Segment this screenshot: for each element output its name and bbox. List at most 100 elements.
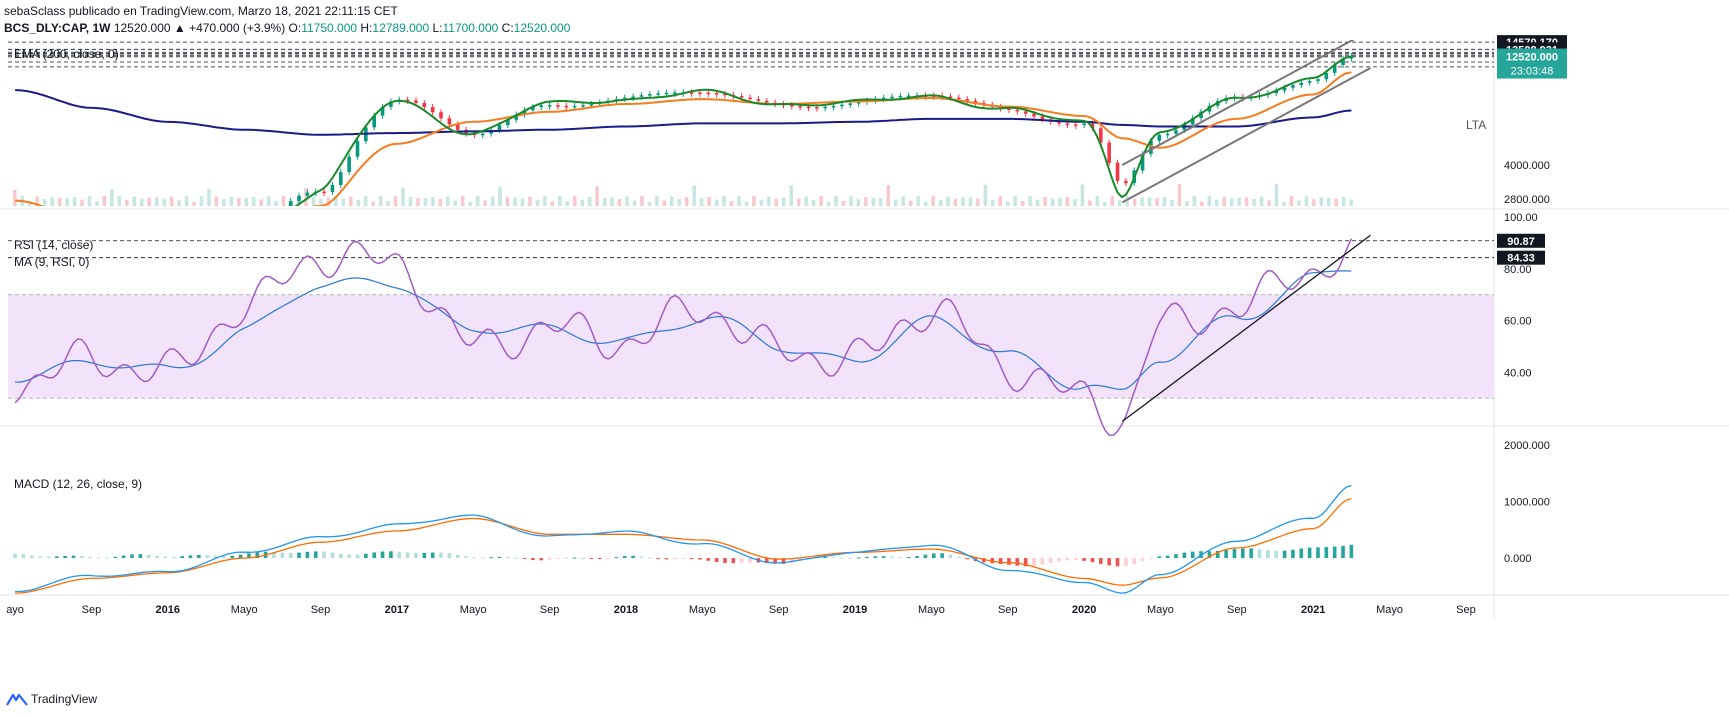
- volume-bar: [520, 198, 525, 206]
- volume-bar: [617, 198, 622, 206]
- macd-hist-bar: [1316, 547, 1320, 559]
- candle: [547, 105, 552, 107]
- volume-bar: [1200, 201, 1204, 206]
- volume-bar: [1080, 184, 1085, 206]
- volume-bar: [1334, 198, 1338, 206]
- volume-bar: [1282, 201, 1286, 206]
- macd-hist-bar: [848, 557, 853, 559]
- volume-bar: [498, 186, 502, 206]
- volume-bar: [371, 201, 375, 206]
- volume-bar: [587, 196, 592, 206]
- volume-bar: [259, 199, 263, 206]
- macd-hist-bar: [648, 557, 652, 559]
- candle: [1082, 123, 1086, 126]
- macd-hist-bar: [506, 556, 510, 559]
- volume-bar: [222, 199, 226, 206]
- candle: [823, 106, 828, 109]
- macd-hist-bar: [906, 557, 911, 559]
- volume-bar: [453, 200, 458, 206]
- macd-hist-bar: [96, 557, 101, 559]
- volume-bar: [461, 196, 465, 206]
- macd-hist-bar: [1015, 558, 1020, 566]
- volume-bar: [707, 196, 711, 206]
- volume-bar: [550, 201, 555, 206]
- bar-countdown: 23:03:48: [1511, 66, 1554, 78]
- volume-bar: [1140, 197, 1144, 206]
- volume-bar: [393, 196, 398, 206]
- volume-bar: [147, 197, 151, 206]
- tradingview-branding[interactable]: TradingView: [6, 692, 97, 706]
- volume-bar: [80, 199, 84, 206]
- volume-bar: [1162, 196, 1167, 206]
- candle: [1023, 111, 1028, 114]
- macd-hist-bar: [21, 554, 26, 559]
- macd-hist-bar: [1132, 558, 1137, 565]
- time-axis-label: Sep: [998, 604, 1018, 616]
- volume-bar: [1207, 196, 1212, 206]
- volume-bar: [117, 196, 122, 206]
- candle: [414, 100, 418, 103]
- macd-hist-bar: [689, 558, 694, 560]
- macd-hist-bar: [1307, 547, 1312, 559]
- macd-hist-bar: [631, 555, 635, 559]
- volume-bar: [528, 196, 532, 206]
- candle: [1316, 79, 1320, 82]
- volume-bar: [102, 196, 107, 206]
- macd-hist-bar: [589, 558, 594, 560]
- macd-hist-bar: [1032, 558, 1036, 567]
- volume-bar: [647, 201, 652, 206]
- time-axis-label: 2016: [156, 604, 180, 616]
- candle: [1307, 81, 1312, 83]
- candle: [1124, 180, 1128, 184]
- macd-hist-bar: [330, 552, 335, 559]
- candle: [764, 100, 769, 103]
- volume-bar: [1103, 201, 1107, 206]
- macd-hist-bar: [923, 554, 928, 559]
- volume-bar: [363, 196, 368, 206]
- macd-hist-bar: [447, 553, 452, 559]
- candle: [347, 156, 351, 173]
- macd-hist-bar: [1099, 558, 1103, 564]
- volume-bar: [543, 196, 547, 206]
- volume-bar: [207, 188, 211, 206]
- candle: [648, 94, 652, 96]
- volume-bar: [13, 190, 17, 206]
- macd-hist-bar: [180, 556, 184, 559]
- volume-bar: [1050, 198, 1055, 206]
- macd-hist-bar: [364, 553, 368, 559]
- candle: [430, 106, 435, 113]
- volume-bar: [1005, 201, 1010, 206]
- volume-bar: [378, 196, 383, 206]
- candle: [815, 107, 819, 109]
- volume-bar: [849, 196, 853, 206]
- macd-hist-bar: [313, 551, 318, 559]
- macd-hist-bar: [581, 557, 585, 559]
- macd-hist-bar: [205, 555, 209, 559]
- candle: [1324, 72, 1329, 80]
- volume-bar: [237, 197, 241, 206]
- volume-bar: [1043, 196, 1047, 206]
- macd-hist-bar: [188, 555, 193, 559]
- macd-hist-bar: [455, 554, 460, 559]
- rsi-legend: RSI (14, close): [14, 238, 93, 252]
- volume-bar: [811, 200, 816, 206]
- candle: [305, 192, 310, 196]
- volume-bar: [670, 196, 674, 206]
- macd-hist-bar: [531, 558, 535, 561]
- rsi-axis-tick: 40.00: [1504, 367, 1532, 379]
- volume-bar: [864, 197, 868, 206]
- volume-bar: [767, 196, 771, 206]
- volume-bar: [475, 196, 480, 206]
- candle: [422, 102, 427, 107]
- candle: [673, 92, 677, 94]
- time-axis-label: Mayo: [231, 604, 258, 616]
- macd-hist-bar: [865, 556, 869, 559]
- macd-signal-line: [15, 498, 1352, 594]
- volume-bar: [662, 200, 667, 206]
- macd-hist-bar: [873, 556, 878, 559]
- chart-canvas[interactable]: 14570.17013508.93112484.62111823.3711122…: [0, 0, 1729, 718]
- volume-bar: [177, 200, 181, 206]
- volume-bar: [1289, 196, 1294, 206]
- rsi-axis-tick: 80.00: [1504, 264, 1532, 276]
- volume-bar: [386, 200, 390, 206]
